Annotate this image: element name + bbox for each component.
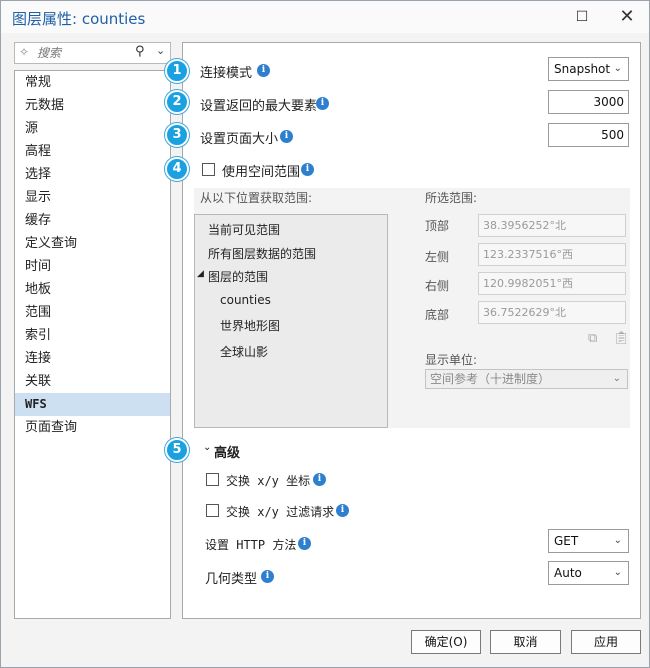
display-units-value: 空间参考（十进制度） (430, 372, 551, 386)
sidebar-item-relates[interactable]: 关联 (15, 370, 170, 393)
extent-bottom-field: 36.7522629°北 (478, 301, 626, 324)
cancel-button[interactable]: 取消 (490, 630, 561, 654)
connection-mode-label: 连接模式 (200, 66, 253, 81)
tree-item-world-hillshade[interactable]: 全球山影 (220, 343, 268, 360)
layer-properties-dialog: 图层属性: counties ☐ ✕ ✧ ⚲ ⌄ 常规 元数据 源 高程 选择 … (0, 0, 650, 668)
chevron-down-icon[interactable]: ⌄ (156, 44, 165, 57)
extent-source-label: 从以下位置获取范围: (200, 191, 313, 205)
sidebar-item-elevation[interactable]: 高程 (15, 140, 170, 163)
maximize-button[interactable]: ☐ (567, 5, 597, 29)
search-box[interactable]: ✧ ⚲ ⌄ (14, 42, 171, 64)
info-icon[interactable]: i (336, 504, 349, 517)
sidebar-item-joins[interactable]: 连接 (15, 347, 170, 370)
swap-xy-label: 交换 x/y 坐标 (226, 474, 311, 488)
info-icon[interactable]: i (280, 130, 293, 143)
page-size-label: 设置页面大小 (200, 132, 279, 147)
info-icon[interactable]: i (298, 537, 311, 550)
window-title: 图层属性: counties (12, 10, 146, 28)
chevron-down-icon: ⌄ (613, 63, 622, 74)
geometry-type-value: Auto (554, 566, 582, 580)
chevron-down-icon: ⌄ (613, 567, 622, 578)
tree-item-world-topo[interactable]: 世界地形图 (220, 317, 280, 334)
extent-top-field: 38.3956252°北 (478, 214, 626, 237)
http-method-value: GET (554, 534, 579, 548)
info-icon[interactable]: i (313, 473, 326, 486)
close-button[interactable]: ✕ (612, 5, 642, 29)
extent-left-field: 123.2337516°西 (478, 243, 626, 266)
geometry-type-select[interactable]: Auto ⌄ (548, 561, 629, 585)
extent-right-label: 右侧 (425, 279, 450, 293)
sidebar-item-extent[interactable]: 范围 (15, 301, 170, 324)
expand-triangle-icon[interactable]: ◢ (197, 269, 204, 279)
advanced-section-header[interactable]: 高级 (214, 442, 240, 461)
sidebar-item-display[interactable]: 显示 (15, 186, 170, 209)
info-icon[interactable]: i (261, 570, 274, 583)
tree-item-layer-extent[interactable]: 图层的范围 (208, 268, 268, 285)
display-units-label: 显示单位: (425, 353, 478, 367)
sidebar-item-selection[interactable]: 选择 (15, 163, 170, 186)
collapse-chevron-icon[interactable]: ⌄ (203, 442, 211, 453)
swap-xy-filter-label: 交换 x/y 过滤请求 (226, 505, 335, 519)
spatial-extent-label: 使用空间范围 (222, 165, 301, 180)
sidebar-item-index[interactable]: 索引 (15, 324, 170, 347)
selected-extent-label: 所选范围: (425, 191, 478, 205)
sidebar-item-time[interactable]: 时间 (15, 255, 170, 278)
swap-xy-checkbox[interactable] (206, 473, 219, 486)
callout-badge-3: 3 (165, 123, 189, 147)
max-features-input[interactable]: 3000 (548, 90, 629, 114)
sidebar-item-source[interactable]: 源 (15, 117, 170, 140)
sidebar-item-wfs[interactable]: WFS (15, 393, 170, 416)
http-method-label: 设置 HTTP 方法 (205, 538, 297, 552)
extent-left-label: 左侧 (425, 250, 450, 264)
sidebar-item-page-query[interactable]: 页面查询 (15, 416, 170, 439)
callout-badge-1: 1 (165, 59, 189, 83)
copy-icon: ⧉ (588, 331, 598, 346)
spatial-extent-checkbox[interactable] (202, 163, 215, 176)
extent-right-field: 120.9982051°西 (478, 272, 626, 295)
search-input[interactable] (35, 45, 135, 61)
chevron-down-icon: ⌄ (613, 535, 622, 546)
title-bar: 图层属性: counties ☐ ✕ (1, 1, 649, 33)
sidebar-item-general[interactable]: 常规 (15, 71, 170, 94)
info-icon[interactable]: i (257, 64, 270, 77)
swap-xy-filter-checkbox[interactable] (206, 504, 219, 517)
display-units-select: 空间参考（十进制度） ⌄ (425, 369, 628, 389)
extent-bottom-label: 底部 (425, 308, 450, 322)
http-method-select[interactable]: GET ⌄ (548, 529, 629, 553)
search-icon[interactable]: ⚲ (135, 44, 145, 59)
sidebar-item-cache[interactable]: 缓存 (15, 209, 170, 232)
connection-mode-select[interactable]: Snapshot ⌄ (548, 57, 629, 81)
sparkle-icon: ✧ (19, 45, 30, 59)
callout-badge-4: 4 (165, 157, 189, 181)
sidebar-item-definition-query[interactable]: 定义查询 (15, 232, 170, 255)
info-icon[interactable]: i (301, 163, 314, 176)
callout-badge-2: 2 (165, 90, 189, 114)
sidebar: 常规 元数据 源 高程 选择 显示 缓存 定义查询 时间 地板 范围 索引 连接… (14, 70, 171, 619)
info-icon[interactable]: i (316, 97, 329, 110)
ok-button[interactable]: 确定(O) (411, 630, 481, 654)
callout-badge-5: 5 (165, 438, 189, 462)
connection-mode-value: Snapshot (554, 62, 611, 76)
tree-item-current-visible[interactable]: 当前可见范围 (208, 221, 280, 238)
paste-icon: 📋︎ (613, 331, 630, 346)
tree-item-counties[interactable]: counties (220, 293, 271, 307)
geometry-type-label: 几何类型 (205, 572, 258, 587)
sidebar-item-floor[interactable]: 地板 (15, 278, 170, 301)
tree-item-all-layers[interactable]: 所有图层数据的范围 (208, 245, 316, 262)
extent-top-label: 顶部 (425, 219, 450, 233)
max-features-label: 设置返回的最大要素 (200, 99, 318, 114)
sidebar-item-metadata[interactable]: 元数据 (15, 94, 170, 117)
apply-button[interactable]: 应用 (571, 630, 641, 654)
page-size-input[interactable]: 500 (548, 123, 629, 147)
chevron-down-icon: ⌄ (612, 373, 621, 384)
